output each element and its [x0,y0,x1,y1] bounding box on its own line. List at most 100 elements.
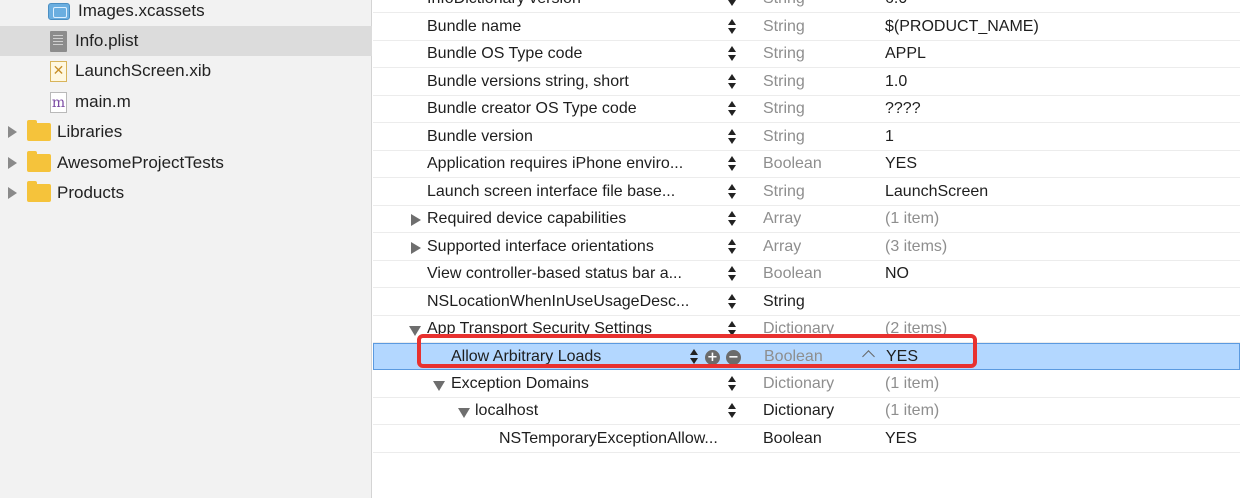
nav-item-info-plist[interactable]: Info.plist [0,26,372,56]
key-stepper-icon[interactable] [728,376,736,392]
disclosure-triangle-icon[interactable] [8,157,17,169]
disclosure-triangle-icon[interactable] [409,326,421,336]
plist-value: YES [886,348,919,365]
nav-item-label: main.m [75,92,131,111]
plist-type: Boolean [764,348,823,365]
plist-row[interactable]: localhost Dictionary (1 item) [373,398,1240,425]
plist-key: Launch screen interface file base... [427,183,676,200]
project-navigator: Images.xcassets Info.plist ✕ LaunchScree… [0,0,372,498]
key-stepper-icon[interactable] [728,19,736,35]
plist-type: Boolean [763,430,822,447]
nav-item-label: Products [57,183,125,202]
plist-row[interactable]: Supported interface orientations Array (… [373,234,1240,261]
key-stepper-icon[interactable] [728,46,736,62]
plist-type: String [763,18,805,35]
plist-value: (2 items) [885,320,948,337]
disclosure-triangle-icon[interactable] [8,126,17,138]
plist-key: View controller-based status bar a... [427,265,682,282]
plist-key: InfoDictionary version [427,0,717,12]
plist-type: String [763,183,805,200]
disclosure-triangle-icon[interactable] [458,408,470,418]
plist-key: Required device capabilities [427,210,627,227]
plist-value: NO [885,265,909,282]
folder-icon [27,181,51,202]
disclosure-triangle-icon[interactable] [411,242,421,254]
plist-value: ???? [885,100,921,117]
plist-type: Array [763,210,802,227]
plist-type: String [763,45,805,62]
disclosure-triangle-icon[interactable] [8,187,17,199]
plist-row[interactable]: Required device capabilities Array (1 it… [373,206,1240,233]
asset-catalog-icon [48,2,70,20]
plist-value: YES [885,430,918,447]
plist-value: 1.0 [885,73,908,90]
nav-item-label: Images.xcassets [78,1,205,20]
key-stepper-icon[interactable] [728,239,736,255]
disclosure-triangle-icon[interactable] [433,381,445,391]
nav-item-label: LaunchScreen.xib [75,61,212,80]
plist-editor: InfoDictionary version String 6.0 Bundle… [373,0,1240,498]
plist-type: String [763,73,805,90]
plist-value: (1 item) [885,210,940,227]
plist-type: Dictionary [763,375,835,392]
plist-row[interactable]: View controller-based status bar a... Bo… [373,261,1240,288]
plist-type: Dictionary [763,320,835,337]
key-stepper-icon[interactable] [690,349,698,365]
xib-file-icon: ✕ [50,60,67,82]
key-stepper-icon[interactable] [728,294,736,310]
plist-row[interactable]: NSTemporaryExceptionAllow... Boolean YES [373,426,1240,453]
key-stepper-icon[interactable] [728,403,736,419]
plist-row[interactable]: Bundle version String 1 [373,124,1240,151]
key-stepper-icon[interactable] [728,0,736,7]
plist-row[interactable]: Exception Domains Dictionary (1 item) [373,371,1240,398]
nav-item-label: AwesomeProjectTests [57,153,224,172]
plist-key: Bundle creator OS Type code [427,100,637,117]
nav-item-launchscreen-xib[interactable]: ✕ LaunchScreen.xib [0,56,372,86]
plist-row[interactable]: Bundle name String $(PRODUCT_NAME) [373,14,1240,41]
plist-key: localhost [475,402,539,419]
folder-icon [27,151,51,172]
plist-row[interactable]: Launch screen interface file base... Str… [373,179,1240,206]
key-stepper-icon[interactable] [728,101,736,117]
key-stepper-icon[interactable] [728,156,736,172]
plist-row[interactable]: App Transport Security Settings Dictiona… [373,316,1240,343]
plist-type: Dictionary [763,402,835,419]
nav-group-awesomeprojecttests[interactable]: AwesomeProjectTests [0,148,372,178]
plist-row[interactable]: InfoDictionary version String 6.0 [373,0,1240,13]
plist-row[interactable]: Bundle versions string, short String 1.0 [373,69,1240,96]
key-stepper-icon[interactable] [728,74,736,90]
plist-row[interactable]: Bundle creator OS Type code String ???? [373,96,1240,123]
plist-value: (1 item) [885,402,940,419]
remove-row-button[interactable]: − [726,350,741,365]
plist-key: App Transport Security Settings [427,320,652,337]
key-stepper-icon[interactable] [728,266,736,282]
key-stepper-icon[interactable] [728,129,736,145]
nav-group-products[interactable]: Products [0,178,372,208]
plist-key: Bundle versions string, short [427,73,629,90]
plist-value: (3 items) [885,238,948,255]
nav-item-label: Libraries [57,122,123,141]
plist-row-selected[interactable]: Allow Arbitrary Loads + − Boolean YES [373,343,1240,370]
plist-key: Bundle OS Type code [427,45,583,62]
key-stepper-icon[interactable] [728,184,736,200]
nav-item-main-m[interactable]: m main.m [0,87,372,117]
plist-key: Supported interface orientations [427,238,654,255]
plist-value: (1 item) [885,375,940,392]
key-stepper-icon[interactable] [728,211,736,227]
plist-type: Boolean [763,155,822,172]
key-stepper-icon[interactable] [728,321,736,337]
nav-item-images-xcassets[interactable]: Images.xcassets [0,0,372,26]
plist-value: APPL [885,45,926,62]
add-row-button[interactable]: + [705,350,720,365]
plist-key: Exception Domains [451,375,589,392]
plist-key: Bundle name [427,18,522,35]
plist-row[interactable]: Bundle OS Type code String APPL [373,41,1240,68]
plist-row[interactable]: Application requires iPhone enviro... Bo… [373,151,1240,178]
value-popup-caret-icon[interactable] [862,350,875,363]
nav-group-libraries[interactable]: Libraries [0,117,372,147]
disclosure-triangle-icon[interactable] [411,214,421,226]
plist-value: 6.0 [885,0,907,12]
plist-key: NSTemporaryExceptionAllow... [499,430,718,447]
plist-key: Application requires iPhone enviro... [427,155,684,172]
plist-row[interactable]: NSLocationWhenInUseUsageDesc... String [373,289,1240,316]
